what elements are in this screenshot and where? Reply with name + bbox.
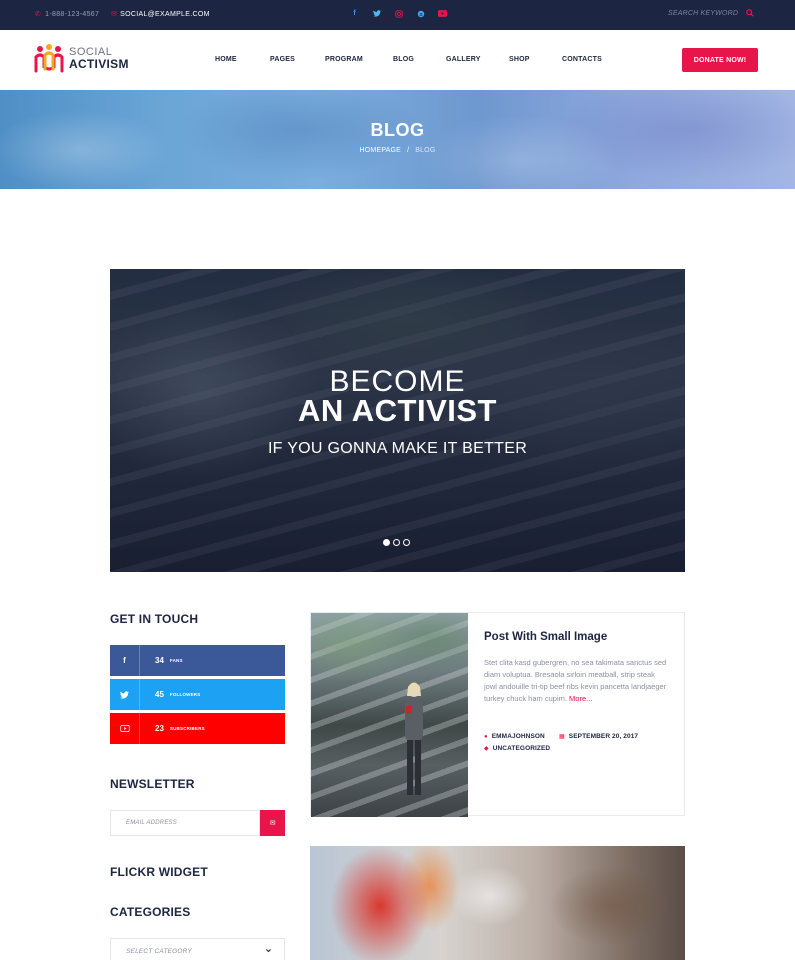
- slider-dots: [383, 539, 410, 546]
- facebook-label: FANS: [169, 658, 183, 663]
- slider-dot-3[interactable]: [403, 539, 410, 546]
- read-more-link[interactable]: More...: [569, 694, 592, 703]
- nav-item-gallery[interactable]: GALLERY: [446, 56, 481, 63]
- social-links: f S: [350, 9, 447, 18]
- newsletter-submit-button[interactable]: ✉: [260, 810, 285, 836]
- chevron-down-icon: [266, 949, 271, 953]
- post-excerpt: Stet clita kasd gubergren, no sea takima…: [484, 657, 669, 705]
- facebook-count: 34: [155, 656, 164, 665]
- youtube-icon[interactable]: [438, 9, 447, 18]
- logo-text: SOCIAL ACTIVISM: [69, 46, 129, 70]
- nav-item-pages[interactable]: PAGES: [270, 56, 295, 63]
- breadcrumb-current: BLOG: [415, 147, 436, 154]
- email-contact[interactable]: ✉ SOCIAL@EXAMPLE.COM: [111, 10, 210, 19]
- nav-item-contacts[interactable]: CONTACTS: [562, 56, 602, 63]
- phone-number: 1-888-123-4567: [45, 10, 100, 18]
- post-date-text: SEPTEMBER 20, 2017: [568, 733, 639, 740]
- protester-figure: [405, 682, 423, 795]
- newsletter-title: NEWSLETTER: [110, 777, 195, 791]
- donate-button[interactable]: DONATE NOW!: [682, 48, 758, 72]
- nav-item-blog[interactable]: BLOG: [393, 56, 414, 63]
- post-category-text: UNCATEGORIZED: [492, 745, 551, 752]
- post-title[interactable]: Post With Small Image: [484, 631, 607, 643]
- slide-heading-line-2: AN ACTIVIST: [298, 393, 497, 428]
- tag-icon: ◆: [484, 746, 489, 752]
- post-author-name: EMMAJOHNSON: [491, 733, 545, 740]
- twitter-followers-box[interactable]: 45 FOLLOWERS: [110, 679, 285, 710]
- flickr-widget-title: FLICKR WIDGET: [110, 865, 208, 879]
- logo-mark-icon: [34, 44, 64, 73]
- nav-item-shop[interactable]: SHOP: [509, 56, 530, 63]
- post-date[interactable]: ▦ SEPTEMBER 20, 2017: [559, 733, 638, 740]
- search-icon[interactable]: [746, 9, 754, 17]
- breadcrumb-separator: /: [407, 147, 410, 154]
- twitter-label: FOLLOWERS: [169, 692, 201, 697]
- categories-title: CATEGORIES: [110, 905, 191, 919]
- envelope-icon: ✉: [269, 820, 276, 827]
- facebook-icon: f: [110, 645, 140, 676]
- twitter-icon: [110, 679, 140, 710]
- mail-icon: ✉: [111, 11, 118, 18]
- breadcrumb: HOMEPAGE / BLOG: [0, 147, 795, 154]
- post-author[interactable]: ● EMMAJOHNSON: [484, 733, 545, 740]
- instagram-icon[interactable]: [394, 9, 403, 18]
- youtube-icon: [110, 713, 140, 744]
- blog-post-image-2[interactable]: [310, 846, 685, 960]
- twitter-icon[interactable]: [372, 9, 381, 18]
- slider-dot-1[interactable]: [383, 539, 390, 546]
- main-header: SOCIAL ACTIVISM HOME PAGES PROGRAM BLOG …: [0, 30, 795, 90]
- youtube-label: SUBSCRIBERS: [169, 726, 205, 731]
- site-logo[interactable]: SOCIAL ACTIVISM: [34, 43, 129, 73]
- post-category[interactable]: ◆ UNCATEGORIZED: [484, 745, 550, 752]
- slide-subheading: IF YOU GONNA MAKE IT BETTER: [267, 440, 528, 457]
- youtube-subscribers-box[interactable]: 23 SUBSCRIBERS: [110, 713, 285, 744]
- nav-item-home[interactable]: HOME: [215, 56, 237, 63]
- category-select-value: SELECT CATEGORY: [126, 947, 192, 955]
- user-icon: ●: [484, 733, 488, 740]
- category-select[interactable]: SELECT CATEGORY: [110, 938, 285, 960]
- facebook-fans-box[interactable]: f 34 FANS: [110, 645, 285, 676]
- search-input[interactable]: SEARCH KEYWORD: [668, 10, 738, 17]
- page-title: BLOG: [370, 120, 425, 140]
- nav-item-program[interactable]: PROGRAM: [325, 56, 363, 63]
- top-bar: ✆ 1-888-123-4567 ✉ SOCIAL@EXAMPLE.COM f …: [0, 0, 795, 30]
- post-thumbnail[interactable]: [311, 613, 468, 817]
- page-banner: BLOG HOMEPAGE / BLOG: [0, 90, 795, 189]
- blog-post-card: Post With Small Image Stet clita kasd gu…: [310, 612, 685, 817]
- youtube-count: 23: [155, 724, 164, 733]
- slider-dot-2[interactable]: [393, 539, 400, 546]
- phone-contact[interactable]: ✆ 1-888-123-4567: [35, 10, 100, 19]
- calendar-icon: ▦: [559, 734, 565, 740]
- skype-icon[interactable]: S: [416, 9, 425, 18]
- twitter-count: 45: [155, 690, 164, 699]
- breadcrumb-home[interactable]: HOMEPAGE: [360, 147, 402, 154]
- newsletter-email-input[interactable]: EMAIL ADDRESS: [110, 810, 260, 836]
- hero-slider[interactable]: BECOME AN ACTIVIST IF YOU GONNA MAKE IT …: [110, 269, 685, 572]
- get-in-touch-title: GET IN TOUCH: [110, 612, 199, 626]
- facebook-icon[interactable]: f: [350, 9, 359, 18]
- phone-icon: ✆: [35, 11, 42, 18]
- email-address: SOCIAL@EXAMPLE.COM: [120, 10, 210, 18]
- logo-line-2: ACTIVISM: [69, 57, 129, 71]
